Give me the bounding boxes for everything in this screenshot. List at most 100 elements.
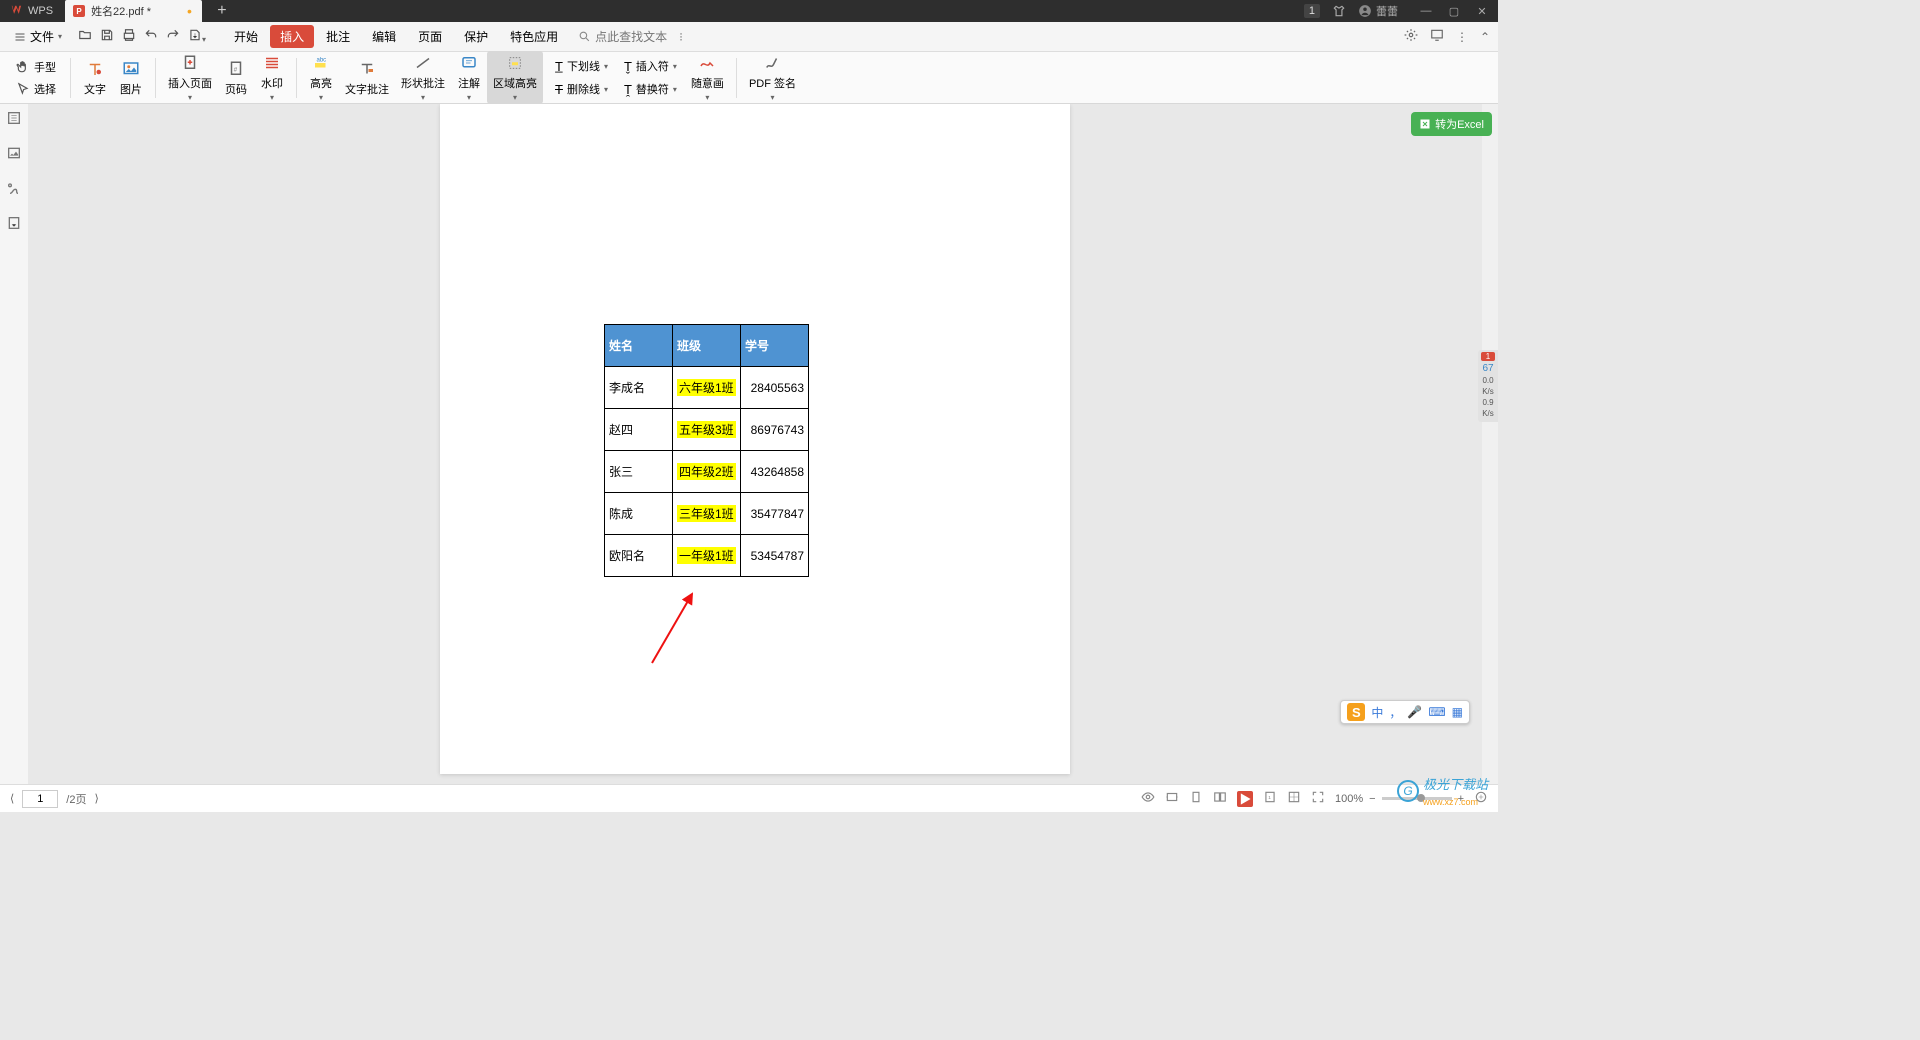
singlepage-icon[interactable] [1189, 790, 1203, 807]
redo-icon[interactable] [166, 28, 180, 45]
minimize-button[interactable]: — [1418, 3, 1434, 19]
table-row: 张三四年级2班43264858 [605, 451, 809, 493]
document-tab[interactable]: P 姓名22.pdf * • [65, 0, 202, 22]
search-box[interactable]: ⁝ [578, 30, 683, 44]
wps-logo: WPS [0, 4, 63, 18]
open-icon[interactable] [78, 28, 92, 45]
table-row: 李成名六年级1班28405563 [605, 367, 809, 409]
ribbon: 手型 选择 文字 图片 插入页面▾ #页码 水印▾ abc高亮▾ 文字批注 形状… [0, 52, 1498, 104]
underline-icon: T̲ [555, 59, 563, 74]
clothes-icon[interactable] [1332, 4, 1346, 18]
convert-icon[interactable]: ▾ [188, 28, 206, 45]
tab-modified-dot: • [187, 3, 192, 19]
new-tab-button[interactable]: + [210, 0, 234, 22]
select-tool[interactable]: 选择 [12, 80, 60, 98]
fitwidth-icon[interactable] [1165, 790, 1179, 807]
pdf-page: 姓名 班级 学号 李成名六年级1班28405563 赵四五年级3班8697674… [440, 104, 1070, 774]
replace-char-tool[interactable]: Ṱ替换符▾ [620, 80, 681, 98]
annotation[interactable]: 注解▾ [451, 51, 487, 104]
page-number[interactable]: #页码 [218, 57, 254, 99]
zoom-level[interactable]: 100% [1335, 793, 1363, 805]
text-icon [83, 59, 107, 79]
page-icon [178, 53, 202, 73]
col-class: 班级 [673, 325, 741, 367]
vertical-scrollbar[interactable] [1482, 104, 1498, 784]
wps-icon [10, 4, 24, 18]
actual-size-icon[interactable] [1287, 790, 1301, 807]
tab-page[interactable]: 页面 [408, 25, 452, 48]
title-badge[interactable]: 1 [1304, 4, 1320, 18]
user-account[interactable]: 蕾蕾 [1358, 3, 1398, 19]
insertchar-icon: T̬ [624, 59, 632, 74]
ime-punct[interactable]: ， [1389, 704, 1401, 721]
collapse-ribbon-icon[interactable]: ⌃ [1480, 30, 1490, 44]
free-draw[interactable]: 随意画▾ [685, 51, 730, 104]
watermark[interactable]: 水印▾ [254, 51, 290, 104]
menu-bar: 文件 ▾ ▾ 开始 插入 批注 编辑 页面 保护 特色应用 ⁝ ⋮ ⌃ [0, 22, 1498, 52]
attachment-icon[interactable] [6, 180, 22, 201]
watermark-logo-icon: G [1397, 780, 1419, 802]
convert-panel-icon[interactable] [6, 215, 22, 236]
ime-lang[interactable]: 中 [1371, 704, 1383, 721]
close-button[interactable]: ✕ [1474, 3, 1490, 19]
insert-text[interactable]: 文字 [77, 57, 113, 99]
highlighted-cell: 四年级2班 [677, 463, 736, 480]
prev-page-icon[interactable]: ⟨ [10, 792, 14, 805]
file-menu[interactable]: 文件 ▾ [8, 26, 68, 47]
quick-access-toolbar: ▾ [78, 28, 206, 45]
next-page-icon[interactable]: ⟩ [94, 792, 98, 805]
student-table: 姓名 班级 学号 李成名六年级1班28405563 赵四五年级3班8697674… [604, 324, 809, 577]
network-meter[interactable]: 1 67 0.0 K/s 0.9 K/s [1478, 350, 1498, 422]
maximize-button[interactable]: ▢ [1446, 3, 1462, 19]
more-icon[interactable]: ⋮ [1456, 30, 1468, 44]
tab-insert[interactable]: 插入 [270, 25, 314, 48]
play-button[interactable] [1237, 791, 1253, 807]
thumbnail-icon[interactable] [6, 110, 22, 131]
convert-to-excel-button[interactable]: 转为Excel [1411, 112, 1492, 136]
insert-image[interactable]: 图片 [113, 57, 149, 99]
watermark-icon [260, 53, 284, 73]
svg-text:abc: abc [317, 58, 327, 64]
hand-tool[interactable]: 手型 [12, 58, 60, 76]
save-icon[interactable] [100, 28, 114, 45]
tab-start[interactable]: 开始 [224, 25, 268, 48]
shape-annotation[interactable]: 形状批注▾ [395, 51, 451, 104]
site-watermark: G 极光下载站 www.xz7.com [1397, 774, 1488, 808]
screen-icon[interactable] [1430, 28, 1444, 45]
area-highlight[interactable]: 区域高亮▾ [487, 51, 543, 104]
search-input[interactable] [595, 30, 675, 44]
status-bar: ⟨ /2页 ⟩ 1 100% − + [0, 784, 1498, 812]
undo-icon[interactable] [144, 28, 158, 45]
grid-icon[interactable]: ▦ [1452, 705, 1463, 719]
picture-panel-icon[interactable] [6, 145, 22, 166]
pdf-sign[interactable]: PDF 签名▾ [743, 51, 802, 104]
strike-tool[interactable]: T删除线▾ [551, 80, 612, 98]
title-bar: WPS P 姓名22.pdf * • + 1 蕾蕾 — ▢ ✕ [0, 0, 1498, 22]
zoom-out-icon[interactable]: − [1369, 793, 1375, 805]
arrow-annotation [648, 588, 698, 666]
tab-special[interactable]: 特色应用 [500, 25, 568, 48]
underline-tool[interactable]: T̲下划线▾ [551, 57, 612, 75]
fullscreen-icon[interactable] [1311, 790, 1325, 807]
col-id: 学号 [741, 325, 809, 367]
text-annotation[interactable]: 文字批注 [339, 57, 395, 99]
page-input[interactable] [22, 790, 58, 808]
mic-icon[interactable]: 🎤 [1407, 705, 1422, 719]
chevron-down-icon: ▾ [58, 32, 62, 41]
note-icon [457, 53, 481, 73]
tab-annotate[interactable]: 批注 [316, 25, 360, 48]
tab-edit[interactable]: 编辑 [362, 25, 406, 48]
insert-char-tool[interactable]: T̬插入符▾ [620, 57, 681, 75]
gear-icon[interactable] [1404, 28, 1418, 45]
insert-page[interactable]: 插入页面▾ [162, 51, 218, 104]
col-name: 姓名 [605, 325, 673, 367]
pagenum-icon: # [224, 59, 248, 79]
tab-protect[interactable]: 保护 [454, 25, 498, 48]
keyboard-icon[interactable]: ⌨ [1428, 705, 1445, 719]
print-icon[interactable] [122, 28, 136, 45]
fitpage-icon[interactable]: 1 [1263, 790, 1277, 807]
eye-icon[interactable] [1141, 790, 1155, 807]
twopage-icon[interactable] [1213, 790, 1227, 807]
highlight[interactable]: abc高亮▾ [303, 51, 339, 104]
ime-toolbar[interactable]: S 中 ， 🎤 ⌨ ▦ [1340, 700, 1470, 724]
